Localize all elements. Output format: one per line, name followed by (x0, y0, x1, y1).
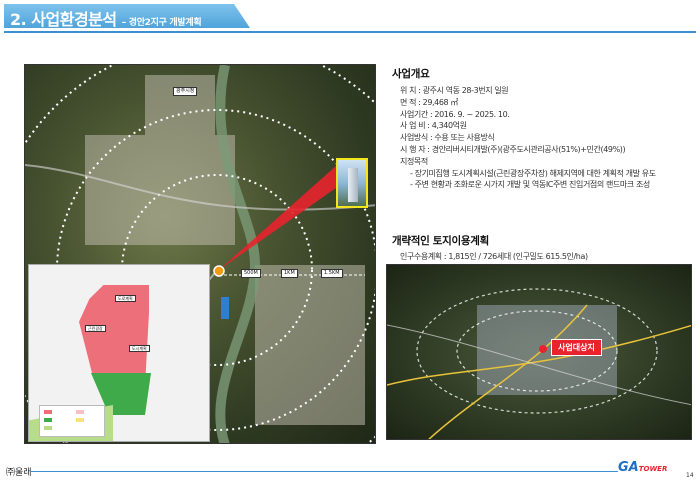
zone-label: 도시계획 (129, 345, 150, 352)
logo-sub: TOWER (638, 465, 668, 473)
legend-swatch (76, 418, 84, 422)
page-subtitle: – 경안2지구 개발계획 (121, 18, 202, 28)
overview-row-method: 사업방식 : 수용 또는 사용방식 (400, 133, 495, 143)
slide: 2. 사업환경분석 – 경안2지구 개발계획 광주시청 500M 1KM 1.5… (0, 0, 700, 486)
overview-row-location: 위 치 : 광주시 역동 28-3번지 일원 (400, 86, 509, 95)
overview-row-cost: 사 업 비 : 4,340억원 (400, 121, 467, 131)
legend-swatch (44, 426, 52, 430)
land-use-section: 개략적인 토지이용계획 인구수용계획 : 1,815인 / 726세대 (인구밀… (392, 233, 588, 263)
zone-label: 도로계획 (115, 295, 136, 302)
overview-title: 사업개요 (392, 68, 430, 80)
ga-tower-logo: GATOWER (618, 460, 667, 475)
page-title: 2. 사업환경분석 – 경안2지구 개발계획 (10, 6, 202, 30)
overview-row-operator: 시 행 자 : 경안리버시티개발(주)(광주도시관리공사(51%)+민간(49%… (400, 144, 626, 154)
company-name: ㈜울래 (6, 468, 32, 478)
distance-label-500m: 500M (241, 269, 261, 278)
footer-divider (30, 471, 618, 472)
land-use-title: 개략적인 토지이용계획 (392, 235, 489, 247)
site-aerial-map: 사업대상지 (386, 264, 692, 440)
building-rendering (336, 158, 368, 208)
project-site-label: 사업대상지 (551, 339, 602, 356)
header-divider (4, 31, 696, 33)
site-map-overlay (387, 288, 691, 439)
zone-label: 근린광장 (85, 325, 106, 332)
page-number: 14 (686, 472, 694, 479)
overview-row-purpose: 지정목적 (400, 156, 428, 166)
overview-section: 사업개요 위 치 : 광주시 역동 28-3번지 일원 면 적 : 29,468… (392, 66, 692, 190)
tower-icon (348, 168, 358, 202)
legend-swatch (76, 410, 84, 414)
overview-row-area: 면 적 : 29,468 ㎡ (400, 97, 458, 107)
header: 2. 사업환경분석 – 경안2지구 개발계획 (4, 4, 250, 30)
legend-swatch (44, 418, 52, 422)
legend-swatch (44, 410, 52, 414)
distance-label-1km: 1KM (281, 269, 298, 278)
purpose-item: 장기미집행 도시계획시설(근린광장주차장) 해제지역에 대한 계획적 개발 유도 (400, 168, 688, 179)
page-title-text: 2. 사업환경분석 (10, 10, 117, 29)
city-hall-label: 광주시청 (173, 87, 198, 96)
population-plan: 인구수용계획 : 1,815인 / 726세대 (인구밀도 615.5인/ha) (400, 252, 588, 261)
overview-row-period: 사업기간 : 2016. 9. ~ 2025. 10. (400, 109, 510, 119)
distance-label-1-5km: 1.5KM (321, 269, 343, 278)
logo-main: GA (618, 460, 639, 475)
legend (39, 405, 105, 437)
purpose-item: 주변 현황과 조화로운 시가지 개발 및 역동IC주변 진입거점의 랜드마크 조… (400, 179, 688, 190)
land-use-inset-map: 도로계획 근린광장 도시계획 (28, 264, 210, 442)
overview-rows: 위 치 : 광주시 역동 28-3번지 일원 면 적 : 29,468 ㎡ 사업… (392, 85, 692, 190)
